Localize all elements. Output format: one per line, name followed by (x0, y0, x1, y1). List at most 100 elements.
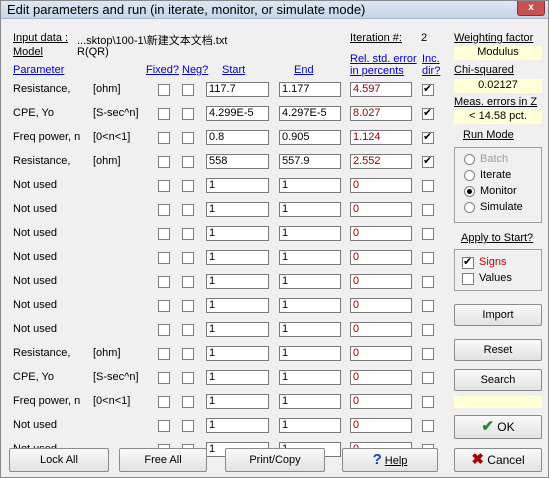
neg-checkbox[interactable] (182, 372, 194, 384)
fixed-checkbox[interactable] (158, 276, 170, 288)
values-label: Values (479, 272, 512, 284)
param-name: Freq power, n (13, 395, 81, 407)
neg-checkbox[interactable] (182, 180, 194, 192)
neg-checkbox[interactable] (182, 228, 194, 240)
neg-checkbox[interactable] (182, 252, 194, 264)
radio-iterate[interactable] (464, 170, 475, 181)
fixed-checkbox[interactable] (158, 108, 170, 120)
status-strip (454, 396, 542, 408)
signs-checkbox[interactable] (462, 255, 474, 269)
neg-checkbox[interactable] (182, 348, 194, 360)
neg-checkbox[interactable] (182, 156, 194, 168)
fixed-checkbox[interactable] (158, 324, 170, 336)
inc-dir-checkbox[interactable] (422, 348, 434, 360)
fixed-checkbox[interactable] (158, 84, 170, 96)
end-input: 1 (279, 226, 341, 241)
inc-dir-checkbox[interactable] (422, 82, 434, 96)
param-unit: [0<n<1] (93, 131, 131, 143)
chi-value: 0.02127 (454, 79, 542, 93)
param-name: CPE, Yo (13, 107, 54, 119)
neg-checkbox[interactable] (182, 132, 194, 144)
input-data-label: Input data : (13, 32, 69, 44)
fixed-checkbox[interactable] (158, 252, 170, 264)
inc-dir-checkbox[interactable] (422, 252, 434, 264)
fixed-checkbox[interactable] (158, 156, 170, 168)
start-input[interactable]: 1 (206, 298, 269, 313)
inc-dir-checkbox[interactable] (422, 396, 434, 408)
free-all-button[interactable]: Free All (119, 448, 207, 472)
radio-iterate-label: Iterate (480, 169, 512, 181)
error-field: 0 (350, 274, 412, 289)
inc-dir-checkbox[interactable] (422, 228, 434, 240)
end-input: 1 (279, 418, 341, 433)
param-unit: [S-sec^n] (93, 371, 139, 383)
start-input[interactable]: 117.7 (206, 82, 269, 97)
close-button[interactable]: x (517, 1, 545, 16)
inc-dir-checkbox[interactable] (422, 204, 434, 216)
run-mode-label: Run Mode (463, 129, 514, 141)
inc-dir-checkbox[interactable] (422, 130, 434, 144)
radio-monitor[interactable] (464, 186, 475, 197)
neg-checkbox[interactable] (182, 396, 194, 408)
start-input[interactable]: 1 (206, 178, 269, 193)
cancel-x-icon: ✖ (471, 451, 484, 468)
search-button[interactable]: Search (454, 369, 542, 391)
start-input[interactable]: 1 (206, 226, 269, 241)
ok-button[interactable]: ✔ OK (454, 415, 542, 439)
radio-simulate[interactable] (464, 202, 475, 213)
lock-all-button[interactable]: Lock All (9, 448, 109, 472)
start-input[interactable]: 1 (206, 202, 269, 217)
start-input[interactable]: 1 (206, 346, 269, 361)
inc-dir-checkbox[interactable] (422, 420, 434, 432)
inc-dir-checkbox[interactable] (422, 300, 434, 312)
check-icon: ✔ (481, 418, 494, 435)
inc-dir-checkbox[interactable] (422, 154, 434, 168)
start-input[interactable]: 1 (206, 418, 269, 433)
neg-checkbox[interactable] (182, 420, 194, 432)
fixed-checkbox[interactable] (158, 420, 170, 432)
weighting-value[interactable]: Modulus (454, 46, 542, 60)
start-input[interactable]: 4.299E-5 (206, 106, 269, 121)
neg-checkbox[interactable] (182, 276, 194, 288)
radio-batch[interactable] (464, 154, 475, 165)
neg-checkbox[interactable] (182, 204, 194, 216)
fixed-checkbox[interactable] (158, 372, 170, 384)
reset-button[interactable]: Reset (454, 339, 542, 361)
fixed-checkbox[interactable] (158, 180, 170, 192)
start-input[interactable]: 1 (206, 322, 269, 337)
start-input[interactable]: 558 (206, 154, 269, 169)
error-field: 0 (350, 394, 412, 409)
start-input[interactable]: 1 (206, 394, 269, 409)
start-input[interactable]: 1 (206, 274, 269, 289)
end-input: 1 (279, 298, 341, 313)
neg-checkbox[interactable] (182, 324, 194, 336)
inc-dir-checkbox[interactable] (422, 180, 434, 192)
values-checkbox[interactable] (462, 273, 474, 285)
error-field: 4.597 (350, 82, 412, 97)
fixed-checkbox[interactable] (158, 300, 170, 312)
error-field: 0 (350, 202, 412, 217)
inc-dir-checkbox[interactable] (422, 372, 434, 384)
fixed-checkbox[interactable] (158, 204, 170, 216)
param-name: Not used (13, 323, 58, 335)
inc-dir-checkbox[interactable] (422, 276, 434, 288)
fixed-checkbox[interactable] (158, 132, 170, 144)
inc-dir-checkbox[interactable] (422, 324, 434, 336)
start-input[interactable]: 1 (206, 370, 269, 385)
fixed-checkbox[interactable] (158, 228, 170, 240)
neg-checkbox[interactable] (182, 84, 194, 96)
start-input[interactable]: 1 (206, 250, 269, 265)
cancel-button[interactable]: ✖ Cancel (454, 448, 542, 472)
error-field: 2.552 (350, 154, 412, 169)
neg-checkbox[interactable] (182, 300, 194, 312)
fixed-checkbox[interactable] (158, 348, 170, 360)
help-question-icon: ? (372, 451, 382, 468)
help-button[interactable]: ? Help (342, 448, 438, 472)
start-input[interactable]: 0.8 (206, 130, 269, 145)
inc-dir-checkbox[interactable] (422, 106, 434, 120)
import-button[interactable]: Import (454, 304, 542, 326)
title-bar: Edit parameters and run (in iterate, mon… (1, 1, 548, 19)
neg-checkbox[interactable] (182, 108, 194, 120)
print-copy-button[interactable]: Print/Copy (225, 448, 325, 472)
fixed-checkbox[interactable] (158, 396, 170, 408)
